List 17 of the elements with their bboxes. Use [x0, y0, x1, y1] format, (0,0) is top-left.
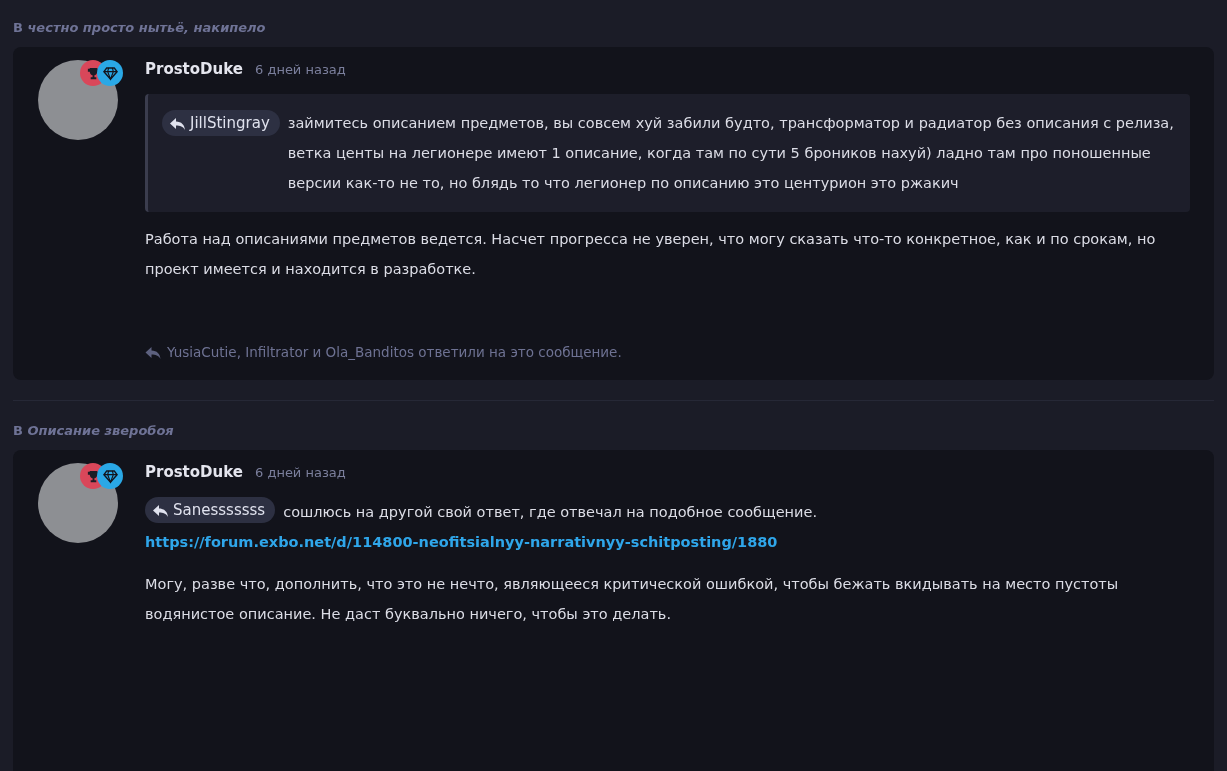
mention-chip[interactable]: Sanesssssss	[145, 497, 276, 523]
post-link[interactable]: https://forum.exbo.net/d/114800-neofitsialnyy-narrativnyy-schitposting/1880	[145, 534, 778, 550]
username-link[interactable]: ProstoDuke	[145, 463, 243, 481]
post-time[interactable]: 6 дней назад	[255, 465, 346, 480]
quote-text: займитесь описанием предметов, вы совсем хуй забили будто, трансформатор и радиатор без описания с релиза, ветка центы на легионере имеют 1 описание, когда там по сути 5 броников нахуй) ладно там про поношенные версии как-то не то, но блядь то что легионер по описанию это центурион это ржакич	[287, 114, 1175, 193]
post-text: Работа над описаниями предметов ведется. Насчет прогресса не уверен, что могу сказать что-то конкретное, как и по срокам, но проект имеется и находится в разработке.	[145, 230, 1157, 279]
reply-arrow-icon	[153, 503, 168, 517]
reply-text: сошлюсь на другой свой ответ, где отвечал на подобное сообщение.	[283, 504, 818, 520]
mention-chip[interactable]: JillStingray	[162, 110, 280, 136]
post-time[interactable]: 6 дней назад	[255, 62, 346, 77]
discussion-title[interactable]: В Описание зверобоя	[13, 423, 1214, 438]
reply-arrow-icon	[170, 116, 185, 130]
post-text: Могу, разве что, дополнить, что это не нечто, являющееся критической ошибкой, чтобы бежать вкидывать на место пустоты водянистое описание. Не даст буквально ничего, чтобы это делать.	[145, 575, 1120, 624]
discussion-title[interactable]: В честно просто нытьё, накипело	[13, 20, 1214, 35]
username-link[interactable]: ProstoDuke	[145, 60, 243, 78]
reply-arrow-icon	[145, 345, 161, 359]
replies-summary[interactable]: YusiaCutie, Infiltrator и Ola_Banditos ответили на это сообщение.	[167, 344, 622, 360]
